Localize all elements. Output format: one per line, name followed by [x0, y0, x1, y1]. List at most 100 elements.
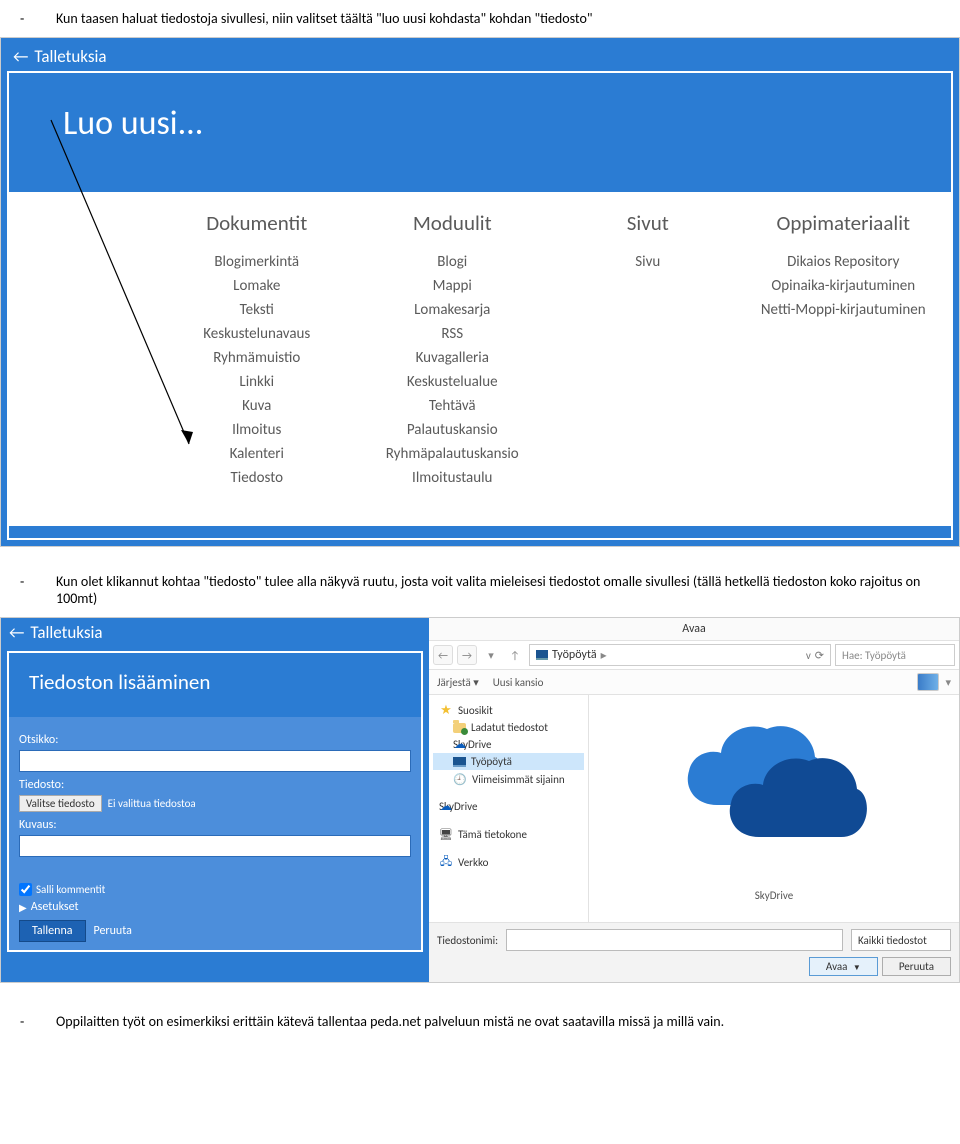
- filename-label: Tiedostonimi:: [437, 934, 498, 947]
- list-item[interactable]: Lomakesarja: [355, 298, 551, 322]
- network-icon: 🖧: [439, 855, 453, 869]
- choose-file-button[interactable]: Valitse tiedosto: [19, 795, 102, 812]
- chevron-down-icon: ▼: [853, 963, 861, 973]
- arrow-left-icon: ←: [13, 46, 28, 67]
- nav-back-icon[interactable]: ←: [433, 645, 453, 665]
- desktop-icon: [536, 650, 548, 660]
- panel-title: Luo uusi...: [9, 83, 951, 192]
- list-item[interactable]: Keskustelualue: [355, 370, 551, 394]
- column-list: Dikaios RepositoryOpinaika-kirjautuminen…: [746, 250, 942, 322]
- back-bar[interactable]: ← Talletuksia: [7, 44, 953, 71]
- list-item[interactable]: RSS: [355, 322, 551, 346]
- dialog-nav: ← → ▾ ↑ Työpöytä ▸ v ⟳ Hae: Työpöytä: [429, 641, 959, 670]
- back-bar-2[interactable]: ← Talletuksia: [1, 618, 429, 647]
- dialog-buttons: Avaa ▼ Peruuta: [429, 957, 959, 982]
- list-item[interactable]: Blogi: [355, 250, 551, 274]
- tree-skydrive[interactable]: ☁ SkyDrive: [433, 736, 584, 753]
- cancel-link[interactable]: Peruuta: [94, 924, 132, 938]
- tree-skydrive-root[interactable]: ☁ SkyDrive: [433, 798, 584, 815]
- address-bar[interactable]: Työpöytä ▸ v ⟳: [529, 644, 831, 666]
- column-list: Sivu: [550, 250, 746, 274]
- bullet-2-text: Kun olet klikannut kohtaa "tiedosto" tul…: [38, 573, 950, 607]
- new-folder-button[interactable]: Uusi kansio: [493, 676, 544, 689]
- luo-uusi-screenshot: ← Talletuksia Luo uusi... DokumentitBlog…: [0, 37, 960, 547]
- list-item[interactable]: Opinaika-kirjautuminen: [746, 274, 942, 298]
- folder-tree: ★ Suosikit Ladatut tiedostot ☁ SkyDrive …: [429, 695, 589, 922]
- chevron-down-icon[interactable]: ▾: [481, 645, 501, 665]
- list-item[interactable]: Palautuskansio: [355, 418, 551, 442]
- dialog-footer: Tiedostonimi: Kaikki tiedostot: [429, 922, 959, 957]
- list-item[interactable]: Tehtävä: [355, 394, 551, 418]
- file-preview-pane: SkyDrive: [589, 695, 959, 922]
- list-item[interactable]: Kalenteri: [159, 442, 355, 466]
- file-row: Valitse tiedosto Ei valittua tiedostoa: [19, 795, 411, 812]
- allow-comments-row[interactable]: Salli kommentit: [19, 883, 411, 896]
- list-item[interactable]: Dikaios Repository: [746, 250, 942, 274]
- triangle-right-icon: ▶: [19, 901, 27, 914]
- tree-network[interactable]: 🖧 Verkko: [433, 853, 584, 871]
- list-item[interactable]: Netti-Moppi-kirjautuminen: [746, 298, 942, 322]
- otsikko-input[interactable]: [19, 750, 411, 772]
- back-label: Talletuksia: [34, 46, 106, 67]
- file-add-screenshot: ← Talletuksia Tiedoston lisääminen Otsik…: [0, 617, 960, 983]
- dash: -: [10, 573, 38, 607]
- list-item[interactable]: Lomake: [159, 274, 355, 298]
- nav-fwd-icon[interactable]: →: [457, 645, 477, 665]
- form-buttons: Tallenna Peruuta: [19, 920, 411, 942]
- allow-comments-checkbox[interactable]: [19, 883, 32, 896]
- list-item[interactable]: Teksti: [159, 298, 355, 322]
- view-mode-icon[interactable]: [917, 673, 939, 691]
- chevron-down-icon[interactable]: v: [806, 649, 811, 662]
- tree-favorites[interactable]: ★ Suosikit: [433, 701, 584, 719]
- bullet-3: - Oppilaitten työt on esimerkiksi erittä…: [0, 1013, 960, 1030]
- filetype-select[interactable]: Kaikki tiedostot: [851, 929, 951, 951]
- dialog-cancel-button[interactable]: Peruuta: [882, 957, 951, 976]
- chevron-right-icon: ▸: [601, 648, 607, 663]
- settings-row[interactable]: ▶ Asetukset: [19, 900, 411, 914]
- save-button[interactable]: Tallenna: [19, 920, 86, 942]
- pc-icon: 🖥: [439, 827, 453, 841]
- list-item[interactable]: Ilmoitustaulu: [355, 466, 551, 490]
- chevron-down-icon[interactable]: ▾: [945, 676, 951, 689]
- kuvaus-input[interactable]: [19, 835, 411, 857]
- open-button[interactable]: Avaa ▼: [809, 957, 878, 976]
- nav-up-icon[interactable]: ↑: [505, 645, 525, 665]
- bullet-1: - Kun taasen haluat tiedostoja sivullesi…: [0, 10, 960, 27]
- tree-this-pc[interactable]: 🖥 Tämä tietokone: [433, 825, 584, 843]
- columns: DokumentitBlogimerkintäLomakeTekstiKesku…: [9, 192, 951, 526]
- list-item[interactable]: Tiedosto: [159, 466, 355, 490]
- list-item[interactable]: Kuva: [159, 394, 355, 418]
- list-item[interactable]: Keskustelunavaus: [159, 322, 355, 346]
- list-item[interactable]: Ryhmämuistio: [159, 346, 355, 370]
- allow-comments-label: Salli kommentit: [36, 883, 105, 896]
- search-input[interactable]: Hae: Työpöytä: [835, 644, 955, 666]
- refresh-icon[interactable]: ⟳: [815, 649, 824, 662]
- column-0: DokumentitBlogimerkintäLomakeTekstiKesku…: [159, 210, 355, 490]
- desktop-icon: [453, 757, 466, 767]
- label-kuvaus: Kuvaus:: [19, 818, 411, 832]
- white-panel: Luo uusi... DokumentitBlogimerkintäLomak…: [7, 71, 953, 540]
- list-item[interactable]: Blogimerkintä: [159, 250, 355, 274]
- label-tiedosto: Tiedosto:: [19, 778, 411, 792]
- filename-input[interactable]: [506, 929, 843, 951]
- cloud-icon: ☁: [453, 738, 467, 752]
- dash: -: [10, 10, 38, 27]
- list-item[interactable]: Kuvagalleria: [355, 346, 551, 370]
- arrow-left-icon: ←: [9, 622, 24, 643]
- bullet-1-text: Kun taasen haluat tiedostoja sivullesi, …: [38, 10, 950, 27]
- tree-downloads[interactable]: Ladatut tiedostot: [433, 719, 584, 736]
- column-2: SivutSivu: [550, 210, 746, 490]
- tree-desktop[interactable]: Työpöytä: [433, 753, 584, 770]
- cloud-icon: ☁: [439, 800, 453, 814]
- dialog-body: ★ Suosikit Ladatut tiedostot ☁ SkyDrive …: [429, 695, 959, 922]
- list-item[interactable]: Sivu: [550, 250, 746, 274]
- list-item[interactable]: Linkki: [159, 370, 355, 394]
- bullet-3-text: Oppilaitten työt on esimerkiksi erittäin…: [38, 1013, 950, 1030]
- list-item[interactable]: Ilmoitus: [159, 418, 355, 442]
- list-item[interactable]: Mappi: [355, 274, 551, 298]
- organize-menu[interactable]: Järjestä ▾: [437, 676, 479, 689]
- recent-icon: 🕘: [453, 772, 467, 786]
- file-dialog: Avaa ← → ▾ ↑ Työpöytä ▸ v ⟳ Hae: Työpöyt…: [429, 618, 959, 982]
- tree-recent[interactable]: 🕘 Viimeisimmät sijainn: [433, 770, 584, 788]
- list-item[interactable]: Ryhmäpalautuskansio: [355, 442, 551, 466]
